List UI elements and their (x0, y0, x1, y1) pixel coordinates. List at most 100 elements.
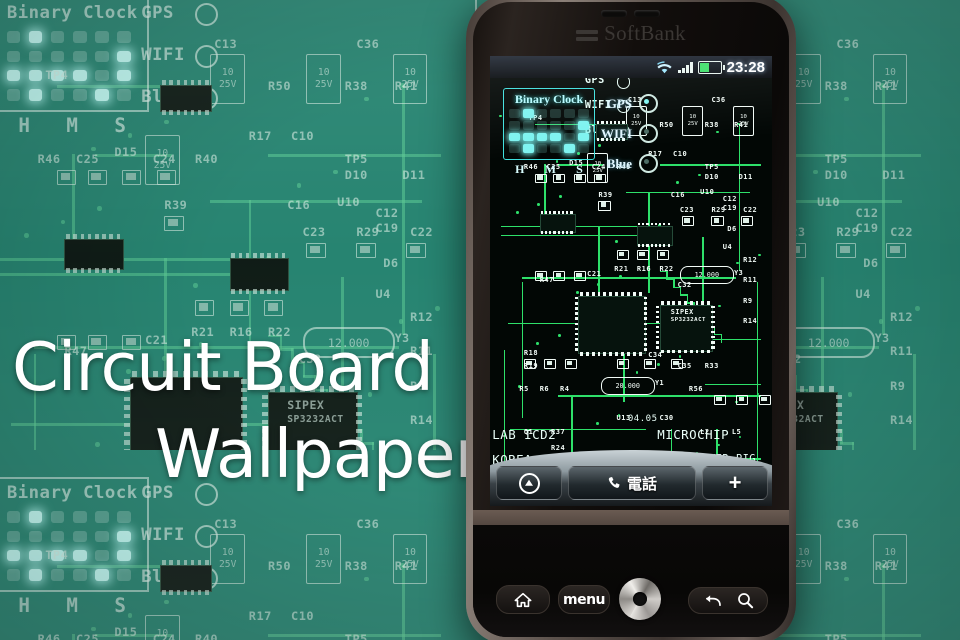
led-off (564, 120, 576, 130)
wallpaper-led-on (28, 569, 43, 581)
pcb-chip-pin (574, 343, 579, 346)
pcb-via (915, 306, 920, 311)
pcb-silkscreen-text: R38 (344, 559, 368, 574)
pcb-chip-pin (643, 322, 648, 326)
headline-line-1: Circuit Board (12, 328, 434, 406)
pcb-chip-pin (836, 411, 843, 416)
pcb-chip-pin (603, 291, 607, 296)
wallpaper-led-off (51, 569, 65, 581)
phone-dial-label: 電話 (626, 475, 657, 493)
pcb-chip-pin (123, 414, 130, 419)
pcb-chip-pin (591, 291, 595, 296)
pcb-chip-pin (836, 420, 843, 425)
binary-clock-title: Binary Clock (514, 92, 584, 106)
pcb-chip-pin (162, 80, 166, 86)
pcb-chip-pin (162, 110, 166, 116)
wallpaper-led-on (73, 69, 87, 82)
pcb-chip-pin (689, 300, 693, 305)
pcb-chip-pin (574, 296, 579, 300)
pcb-silkscreen-text: R39 (164, 198, 188, 213)
menu-button[interactable]: menu (558, 585, 610, 614)
pcb-chip-pin (643, 317, 648, 320)
pcb-silkscreen-text: SP3232ACT (670, 317, 706, 324)
led-on (536, 132, 548, 142)
pcb-silkscreen-text: C16 (670, 190, 685, 199)
app-drawer-button[interactable] (496, 466, 562, 500)
back-arrow-icon[interactable] (703, 593, 722, 608)
wallpaper-led-off (73, 511, 87, 523)
pcb-silkscreen-text: C24 (152, 152, 176, 167)
pcb-silkscreen-text: SIPEX (670, 308, 694, 317)
pcb-silkscreen-text: C25 (76, 152, 99, 167)
toggle-indicator-icon[interactable] (639, 94, 658, 113)
pcb-chip-pin (570, 231, 573, 235)
pcb-chip-pin (650, 222, 653, 226)
toggle-indicator-icon[interactable] (639, 124, 658, 143)
pcb-via (193, 282, 198, 288)
led-on (522, 144, 534, 153)
binary-clock-led-grid (509, 109, 589, 153)
toggle-gps[interactable]: GPS (598, 92, 676, 115)
add-widget-button[interactable]: + (702, 466, 768, 500)
pcb-chip-pin (672, 300, 676, 305)
pcb-silkscreen-text: U10 (817, 194, 841, 209)
pcb-silkscreen-text: MICROCHIP (657, 426, 730, 442)
pcb-via (618, 275, 622, 278)
phone-dial-button[interactable]: 電話 (568, 466, 696, 500)
pcb-silkscreen-text: D6 (727, 224, 737, 233)
pcb-chip-pin (73, 233, 78, 239)
pcb-via (615, 240, 619, 243)
circle-up-arrow-icon (518, 472, 540, 494)
pcb-via (678, 355, 682, 359)
dock-bar: 電話 + (490, 450, 772, 506)
pcb-chip-pin (190, 110, 195, 116)
binary-clock-col-h: H (515, 162, 525, 176)
pcb-capacitor: 1025V (682, 105, 704, 136)
phone-screen[interactable]: GPSWIFIBlue1025V1025V1025V1025V12.000Y32… (490, 56, 772, 506)
back-search-button-pair[interactable] (688, 587, 768, 614)
pcb-chip-pin (603, 352, 607, 356)
magnifier-icon[interactable] (737, 592, 754, 609)
binary-clock-widget[interactable]: Binary Clock H M S (503, 88, 595, 176)
pcb-chip-pin (281, 253, 286, 258)
pcb-chip-pin (557, 211, 560, 215)
toggle-group[interactable]: GPS WIFI Blue (598, 92, 676, 182)
pcb-chip-pin (637, 222, 641, 226)
pcb-silkscreen-text: R21 (614, 265, 629, 274)
pcb-soic-chip (160, 85, 213, 113)
pcb-silkscreen-text: R39 (598, 190, 613, 199)
toggle-wifi[interactable]: WIFI (598, 122, 676, 145)
pcb-resistor (639, 252, 645, 257)
pcb-silkscreen-text: C23 (679, 206, 694, 215)
pcb-chip-pin (585, 352, 589, 356)
pcb-silkscreen-text: C12 (722, 195, 737, 204)
pcb-silkscreen-text: D11 (402, 167, 426, 182)
pcb-silkscreen-text: C36 (836, 37, 860, 52)
optical-trackball-icon[interactable] (619, 578, 661, 620)
toggle-blue[interactable]: Blue (598, 152, 676, 175)
pcb-via (717, 443, 720, 447)
pcb-silkscreen-text: C10 (291, 129, 315, 144)
toggle-indicator-icon[interactable] (639, 154, 658, 173)
pcb-chip-pin (621, 291, 625, 296)
pcb-silkscreen-text: Y3 (874, 330, 890, 345)
carrier-logo: SoftBank (466, 21, 796, 46)
pcb-chip-pin (183, 560, 188, 566)
pcb-silkscreen-text: R12 (410, 309, 434, 324)
pcb-silkscreen-text: TP5 (344, 632, 368, 640)
wallpaper-led-off (117, 89, 131, 101)
pcb-chip-pin (66, 267, 70, 273)
pcb-chip-pin (260, 253, 264, 258)
pcb-chip-pin (197, 560, 202, 566)
pcb-chip-pin (627, 352, 631, 356)
pcb-silkscreen-text: R14 (890, 413, 914, 428)
pcb-silkscreen-text: D15 (114, 624, 138, 639)
pcb-resistor (761, 396, 767, 402)
pcb-chip-pin (574, 322, 579, 326)
pcb-chip-pin (574, 337, 579, 341)
pcb-chip-pin (701, 349, 705, 354)
pcb-silkscreen-text: D6 (863, 256, 879, 270)
pcb-chip-pin (711, 305, 716, 309)
pcb-silkscreen-text: C23 (302, 225, 326, 240)
home-button[interactable] (496, 585, 550, 614)
